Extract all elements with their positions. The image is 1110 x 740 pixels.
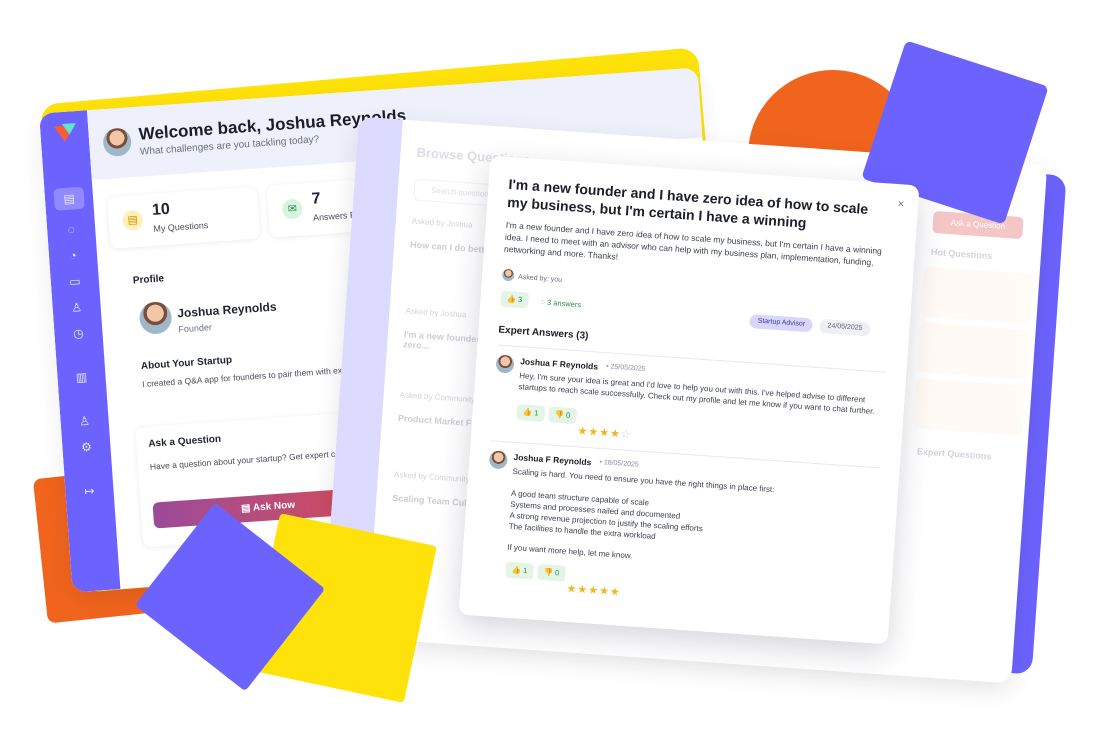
hot-questions-title: Hot Questions	[930, 246, 993, 262]
stat-value: 7	[311, 190, 322, 208]
bell-nav-icon[interactable]: ◔	[65, 247, 82, 264]
settings-nav-icon[interactable]: ⚙	[78, 439, 95, 456]
rating-stars: ★★★★☆	[577, 425, 633, 442]
chart-nav-icon[interactable]: ▥	[73, 369, 90, 386]
hot-question-card[interactable]	[912, 378, 1026, 436]
logout-nav-icon[interactable]: ↦	[81, 482, 98, 499]
document-icon: ▤	[122, 209, 144, 232]
close-icon[interactable]: ×	[897, 198, 904, 210]
profile-role: Founder	[178, 322, 213, 335]
asked-by: Asked by: you	[517, 273, 563, 284]
asker-avatar	[501, 268, 515, 282]
hot-question-card[interactable]	[920, 266, 1034, 324]
calendar-nav-icon[interactable]: ▭	[66, 273, 83, 290]
expert-questions-title: Expert Questions	[916, 446, 992, 462]
profile-section-title: Profile	[132, 273, 165, 287]
answers-count-label: 3 answers	[546, 297, 582, 310]
mail-icon: ✉	[281, 198, 304, 220]
answer-author: Joshua F Reynolds	[513, 451, 592, 468]
answer-dislike-button[interactable]: 👎 0	[548, 406, 577, 425]
answer-dislike-count: 0	[554, 568, 560, 578]
dashboard-nav-icon[interactable]: ▤	[53, 186, 85, 211]
answer-like-count: 1	[522, 565, 528, 576]
user-nav-icon[interactable]: ♙	[68, 299, 85, 316]
answer-like-button[interactable]: 👍 1	[505, 561, 534, 580]
date-badge: 24/05/2025	[818, 318, 871, 337]
answer-dislike-count: 0	[565, 410, 571, 420]
answers-count: ◌ 3 answers	[540, 297, 581, 309]
ask-question-title: Ask a Question	[148, 433, 222, 450]
answer-avatar	[488, 450, 508, 470]
answer-like-count: 1	[533, 408, 539, 418]
ask-now-icon: ▤	[240, 502, 254, 515]
answer-author: Joshua F Reynolds	[519, 356, 599, 372]
brand-logo-accent-icon	[61, 123, 77, 136]
stat-value: 10	[151, 200, 171, 219]
answer-date: • 18/05/2025	[599, 458, 640, 469]
stat-label: My Questions	[153, 220, 209, 234]
answer-dislike-button[interactable]: 👎 0	[537, 563, 566, 582]
answer-closing: If you want more help, let me know.	[506, 542, 633, 561]
profile-avatar	[138, 300, 173, 336]
rating-stars: ★★★★★	[566, 582, 622, 599]
chat-nav-icon[interactable]: ◌	[63, 221, 80, 238]
profile-name: Joshua Reynolds	[176, 299, 277, 321]
clock-nav-icon[interactable]: ◷	[70, 325, 87, 342]
stat-card-questions[interactable]: ▤ 10 My Questions	[107, 186, 261, 249]
like-count: 3	[517, 294, 523, 305]
question-detail-modal: × I'm a new founder and I have zero idea…	[458, 155, 920, 645]
expert-answers-title: Expert Answers (3)	[498, 324, 589, 342]
category-tag[interactable]: Startup Advisor	[749, 314, 814, 333]
about-startup-title: About Your Startup	[140, 354, 233, 373]
answer-date: • 25/05/2025	[605, 363, 646, 373]
profile-nav-icon[interactable]: ♙	[76, 413, 93, 430]
answer-avatar	[495, 354, 515, 374]
answer-like-button[interactable]: 👍 1	[516, 404, 545, 422]
like-button[interactable]: 👍 3	[500, 290, 529, 309]
ask-now-label: Ask Now	[252, 499, 296, 514]
hot-question-card[interactable]	[916, 322, 1030, 380]
